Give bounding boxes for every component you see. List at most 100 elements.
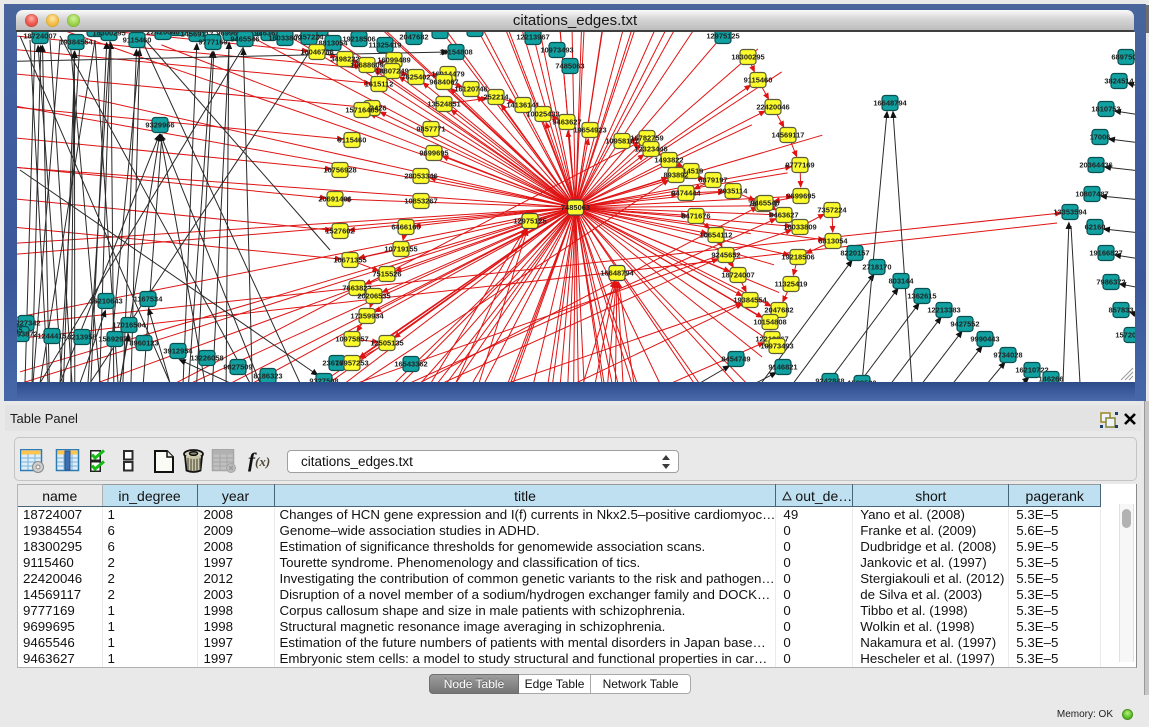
svg-text:9699695: 9699695: [786, 192, 815, 201]
svg-text:17006: 17006: [1090, 133, 1111, 142]
svg-text:12213967: 12213967: [516, 33, 549, 42]
svg-text:10654112: 10654112: [700, 231, 733, 240]
svg-text:9115460: 9115460: [744, 76, 773, 85]
svg-text:19166827: 19166827: [1089, 249, 1122, 258]
svg-text:10154808: 10154808: [753, 318, 786, 327]
svg-text:9474444: 9474444: [671, 189, 701, 198]
svg-text:62160: 62160: [1085, 223, 1106, 232]
svg-text:10756928: 10756928: [323, 166, 356, 175]
svg-text:12213383: 12213383: [927, 306, 960, 315]
svg-text:9245652: 9245652: [711, 251, 740, 260]
svg-text:7485063: 7485063: [561, 203, 590, 212]
svg-text:3912954: 3912954: [163, 347, 193, 356]
svg-text:16033809: 16033809: [783, 223, 816, 232]
svg-text:8220157: 8220157: [840, 249, 869, 258]
svg-text:12975125: 12975125: [513, 217, 546, 226]
svg-text:18724007: 18724007: [23, 32, 56, 41]
svg-text:3213958: 3213958: [67, 333, 96, 342]
svg-text:10154808: 10154808: [439, 48, 472, 57]
svg-text:9827509: 9827509: [223, 363, 252, 372]
svg-text:20206535: 20206535: [357, 292, 390, 301]
svg-text:13353594: 13353594: [1053, 208, 1087, 217]
svg-text:16648794: 16648794: [600, 269, 634, 278]
svg-text:1615112: 1615112: [365, 80, 394, 89]
svg-text:9427552: 9427552: [950, 320, 979, 329]
svg-text:22420046: 22420046: [146, 32, 179, 37]
svg-text:10719155: 10719155: [384, 245, 417, 254]
svg-text:1244415: 1244415: [37, 332, 66, 341]
svg-text:19218506: 19218506: [781, 253, 814, 262]
svg-text:10973493: 10973493: [540, 46, 573, 55]
svg-text:8960123: 8960123: [129, 339, 158, 348]
svg-text:8454749: 8454749: [721, 355, 750, 364]
svg-text:1362615: 1362615: [907, 292, 936, 301]
svg-text:7485063: 7485063: [555, 62, 584, 71]
svg-text:9777169: 9777169: [785, 161, 814, 170]
svg-text:7986372: 7986372: [1096, 278, 1125, 287]
svg-text:18300295: 18300295: [731, 53, 764, 62]
svg-text:12975125: 12975125: [706, 32, 739, 41]
svg-text:9990443: 9990443: [970, 335, 999, 344]
svg-text:9115460: 9115460: [123, 36, 152, 45]
svg-text:14569117: 14569117: [772, 131, 805, 140]
svg-text:9329966: 9329966: [145, 121, 174, 130]
svg-text:2935114: 2935114: [719, 187, 749, 196]
svg-text:10853267: 10853267: [404, 197, 437, 206]
svg-text:20364436: 20364436: [1079, 161, 1112, 170]
svg-text:9465546: 9465546: [750, 199, 779, 208]
svg-text:8813054: 8813054: [818, 237, 848, 246]
svg-text:17016504: 17016504: [112, 321, 146, 330]
svg-text:9327508: 9327508: [309, 377, 338, 383]
svg-text:7625402: 7625402: [401, 73, 430, 82]
svg-text:11325419: 11325419: [775, 280, 808, 289]
svg-text:12505135: 12505135: [370, 339, 403, 348]
svg-text:15692971: 15692971: [98, 335, 131, 344]
svg-text:1527602: 1527602: [325, 227, 354, 236]
svg-text:9115460: 9115460: [338, 136, 367, 145]
svg-text:8756855: 8756855: [17, 326, 23, 335]
svg-text:3824514: 3824514: [1104, 77, 1134, 86]
svg-text:9242848: 9242848: [815, 377, 844, 383]
svg-text:19654923: 19654923: [573, 126, 606, 135]
svg-text:17957253: 17957253: [335, 359, 368, 368]
svg-text:10671355: 10671355: [333, 256, 366, 265]
svg-text:16648794: 16648794: [873, 99, 907, 108]
svg-text:6879197: 6879197: [698, 176, 727, 185]
svg-text:1493822: 1493822: [654, 156, 683, 165]
svg-text:1167534: 1167534: [134, 295, 164, 304]
svg-text:11325419: 11325419: [369, 41, 402, 50]
svg-text:13226058: 13226058: [190, 354, 223, 363]
svg-text:1588520: 1588520: [847, 379, 876, 383]
svg-text:6897508: 6897508: [1111, 53, 1135, 62]
svg-text:16046786: 16046786: [300, 48, 333, 57]
svg-text:16210643: 16210643: [89, 297, 122, 306]
svg-text:20691406: 20691406: [318, 195, 351, 204]
svg-text:9857771: 9857771: [416, 125, 445, 134]
svg-text:9699695: 9699695: [419, 149, 448, 158]
svg-text:2718170: 2718170: [862, 263, 891, 272]
svg-text:10975857: 10975857: [335, 335, 368, 344]
svg-text:16543362: 16543362: [394, 360, 427, 369]
svg-text:803144: 803144: [888, 277, 914, 286]
svg-text:10807487: 10807487: [1075, 190, 1108, 199]
svg-text:1810753: 1810753: [1091, 105, 1120, 114]
svg-text:6466160: 6466160: [391, 223, 420, 232]
svg-text:22420046: 22420046: [756, 103, 789, 112]
svg-text:9734028: 9734028: [993, 351, 1022, 360]
svg-text:19384554: 19384554: [733, 296, 767, 305]
svg-text:18300295: 18300295: [92, 32, 125, 38]
svg-text:7357224: 7357224: [817, 206, 847, 215]
svg-text:13524851: 13524851: [427, 100, 460, 109]
svg-text:28053346: 28053346: [404, 172, 437, 181]
svg-text:15716485: 15716485: [345, 106, 378, 115]
svg-text:857833: 857833: [1108, 306, 1133, 315]
svg-text:146266: 146266: [1038, 375, 1063, 383]
svg-text:7515526: 7515526: [372, 270, 401, 279]
svg-text:19384554: 19384554: [59, 38, 93, 47]
svg-text:893892: 893892: [663, 171, 688, 180]
svg-text:8186323: 8186323: [253, 372, 282, 381]
svg-text:2047682: 2047682: [399, 33, 428, 42]
svg-text:(x): (x): [255, 454, 270, 469]
svg-text:2047682: 2047682: [764, 306, 793, 315]
svg-text:18724007: 18724007: [721, 271, 754, 280]
